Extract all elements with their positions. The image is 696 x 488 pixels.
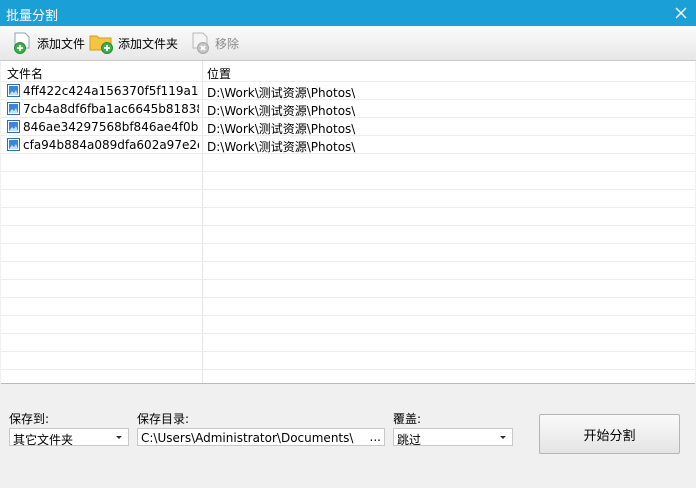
save-dir-label: 保存目录: bbox=[137, 412, 190, 426]
list-header: 文件名 位置 bbox=[1, 61, 695, 81]
image-file-icon bbox=[7, 102, 20, 115]
dropdown-arrow-icon bbox=[500, 436, 506, 439]
file-name: cfa94b884a089dfa602a97e2e... bbox=[23, 138, 199, 152]
remove-label: 移除 bbox=[215, 36, 240, 51]
image-file-icon bbox=[7, 138, 20, 151]
add-file-label: 添加文件 bbox=[37, 36, 86, 51]
table-row[interactable]: cfa94b884a089dfa602a97e2e... D:\Work\测试资… bbox=[1, 136, 695, 154]
table-row[interactable]: 7cb4a8df6fba1ac6645b81838... D:\Work\测试资… bbox=[1, 100, 695, 118]
column-header-filename[interactable]: 文件名 bbox=[7, 65, 43, 82]
add-file-button[interactable]: 添加文件 bbox=[12, 30, 85, 56]
file-list[interactable]: 文件名 位置 4ff422c424a156370f5f119a1... D:\W… bbox=[1, 61, 695, 384]
toolbar: 添加文件 添加文件夹 移除 bbox=[0, 26, 696, 61]
save-to-value: 其它文件夹 bbox=[13, 433, 74, 447]
overwrite-label: 覆盖: bbox=[393, 412, 422, 426]
add-file-icon bbox=[14, 32, 30, 54]
save-to-select[interactable]: 其它文件夹 bbox=[9, 428, 129, 447]
options-panel: 保存到: 其它文件夹 保存目录: C:\Users\Administrator\… bbox=[0, 384, 696, 488]
save-dir-field[interactable]: C:\Users\Administrator\Documents\ ... bbox=[137, 428, 385, 446]
close-button[interactable] bbox=[666, 0, 696, 26]
table-row[interactable]: 4ff422c424a156370f5f119a1... D:\Work\测试资… bbox=[1, 82, 695, 100]
remove-icon bbox=[192, 32, 209, 54]
overwrite-value: 跳过 bbox=[397, 433, 422, 447]
image-file-icon bbox=[7, 120, 20, 133]
file-name: 846ae34297568bf846ae4f0b... bbox=[23, 120, 199, 134]
file-location: D:\Work\测试资源\Photos\ bbox=[207, 86, 356, 100]
table-row[interactable]: 846ae34297568bf846ae4f0b... D:\Work\测试资源… bbox=[1, 118, 695, 136]
dropdown-arrow-icon bbox=[116, 436, 122, 439]
add-folder-icon bbox=[89, 35, 113, 54]
file-name: 7cb4a8df6fba1ac6645b81838... bbox=[23, 102, 199, 116]
file-location: D:\Work\测试资源\Photos\ bbox=[207, 104, 356, 118]
close-icon bbox=[675, 7, 687, 19]
start-split-button[interactable]: 开始分割 bbox=[539, 414, 680, 454]
browse-button[interactable]: ... bbox=[370, 430, 381, 444]
file-name: 4ff422c424a156370f5f119a1... bbox=[23, 84, 199, 98]
overwrite-select[interactable]: 跳过 bbox=[393, 428, 513, 447]
window-title: 批量分割 bbox=[6, 9, 59, 24]
file-location: D:\Work\测试资源\Photos\ bbox=[207, 122, 356, 136]
column-header-location[interactable]: 位置 bbox=[207, 65, 231, 82]
save-to-label: 保存到: bbox=[9, 412, 50, 426]
image-file-icon bbox=[7, 84, 20, 97]
title-bar: 批量分割 bbox=[0, 0, 696, 26]
remove-button[interactable]: 移除 bbox=[190, 30, 239, 56]
save-dir-value: C:\Users\Administrator\Documents\ bbox=[141, 431, 354, 445]
add-folder-button[interactable]: 添加文件夹 bbox=[89, 30, 178, 56]
add-folder-label: 添加文件夹 bbox=[118, 36, 179, 51]
file-location: D:\Work\测试资源\Photos\ bbox=[207, 140, 356, 154]
